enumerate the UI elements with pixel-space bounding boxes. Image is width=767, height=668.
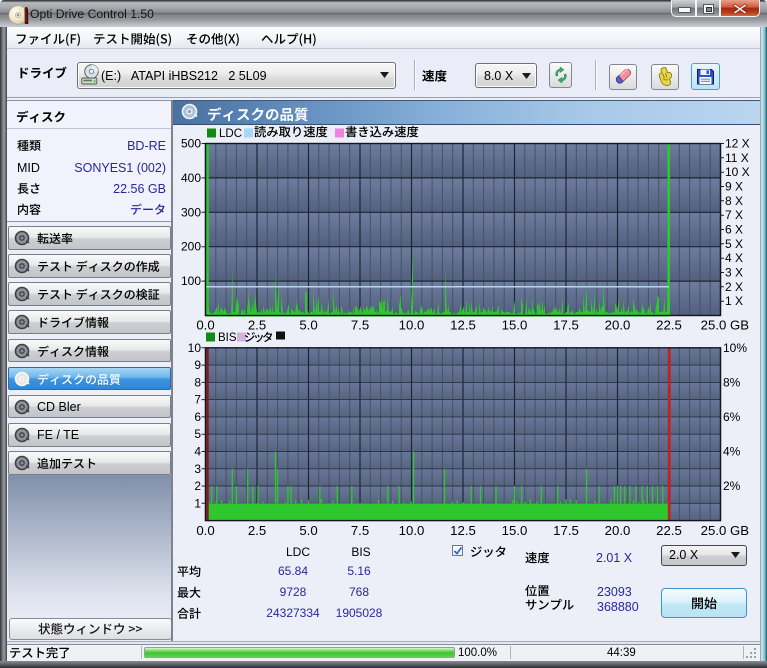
- svg-text:15.0: 15.0: [502, 523, 528, 538]
- svg-text:5.0: 5.0: [299, 523, 317, 538]
- svg-text:0.0: 0.0: [196, 523, 214, 538]
- svg-text:500: 500: [181, 137, 201, 151]
- svg-text:12 X: 12 X: [725, 137, 750, 151]
- svg-text:6%: 6%: [723, 410, 741, 424]
- svg-text:9: 9: [194, 358, 201, 372]
- svg-text:8%: 8%: [723, 375, 741, 389]
- svg-text:1 X: 1 X: [725, 294, 743, 308]
- svg-text:1: 1: [194, 496, 201, 510]
- svg-text:10 X: 10 X: [725, 165, 750, 179]
- svg-text:4%: 4%: [723, 445, 741, 459]
- svg-text:9 X: 9 X: [725, 180, 743, 194]
- svg-text:17.5: 17.5: [553, 318, 579, 333]
- svg-text:6: 6: [194, 410, 201, 424]
- svg-text:200: 200: [181, 240, 201, 254]
- svg-text:3 X: 3 X: [725, 266, 743, 280]
- svg-text:5: 5: [194, 427, 201, 441]
- svg-text:2%: 2%: [723, 479, 741, 493]
- svg-text:10%: 10%: [723, 341, 747, 355]
- svg-text:0.0: 0.0: [196, 318, 214, 333]
- svg-text:5 X: 5 X: [725, 237, 743, 251]
- svg-text:7: 7: [194, 393, 201, 407]
- svg-text:12.5: 12.5: [450, 523, 476, 538]
- svg-text:12.5: 12.5: [450, 318, 476, 333]
- svg-text:22.5: 22.5: [656, 523, 682, 538]
- svg-text:GB: GB: [730, 318, 749, 333]
- svg-text:25.0: 25.0: [701, 523, 727, 538]
- svg-text:300: 300: [181, 205, 201, 219]
- svg-text:8: 8: [194, 375, 201, 389]
- svg-text:2 X: 2 X: [725, 280, 743, 294]
- svg-text:7.5: 7.5: [351, 523, 369, 538]
- svg-text:5.0: 5.0: [299, 318, 317, 333]
- svg-text:3: 3: [194, 462, 201, 476]
- svg-text:2.5: 2.5: [248, 523, 266, 538]
- svg-text:2: 2: [194, 479, 201, 493]
- svg-text:10.0: 10.0: [399, 523, 425, 538]
- svg-text:7.5: 7.5: [351, 318, 369, 333]
- svg-text:22.5: 22.5: [656, 318, 682, 333]
- svg-text:15.0: 15.0: [502, 318, 528, 333]
- svg-text:100: 100: [181, 274, 201, 288]
- svg-text:25.0: 25.0: [701, 318, 727, 333]
- svg-text:20.0: 20.0: [605, 523, 631, 538]
- svg-text:6 X: 6 X: [725, 223, 743, 237]
- svg-text:BIS: BIS: [218, 332, 237, 344]
- svg-text:LDC: LDC: [219, 128, 242, 140]
- svg-text:8 X: 8 X: [725, 194, 743, 208]
- svg-text:20.0: 20.0: [605, 318, 631, 333]
- svg-text:400: 400: [181, 171, 201, 185]
- svg-text:GB: GB: [730, 523, 749, 538]
- svg-text:10: 10: [188, 341, 202, 355]
- svg-text:10.0: 10.0: [399, 318, 425, 333]
- svg-text:4 X: 4 X: [725, 251, 743, 265]
- svg-text:11 X: 11 X: [725, 151, 749, 165]
- svg-text:4: 4: [194, 445, 201, 459]
- svg-text:7 X: 7 X: [725, 208, 743, 222]
- svg-text:17.5: 17.5: [553, 523, 579, 538]
